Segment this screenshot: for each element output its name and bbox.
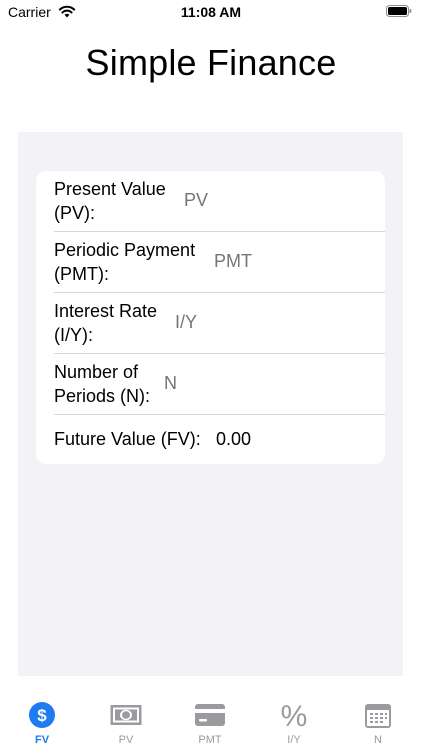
tab-pv[interactable]: PV xyxy=(94,692,158,750)
present-value-label: Present Value (PV): xyxy=(54,179,166,223)
clock: 11:08 AM xyxy=(180,4,242,20)
banknote-icon xyxy=(110,705,142,725)
input-form: Present Value (PV): Periodic Payment (PM… xyxy=(36,171,385,464)
credit-card-icon xyxy=(195,704,225,726)
tab-pmt[interactable]: PMT xyxy=(178,692,242,750)
tab-fv[interactable]: $ FV xyxy=(10,692,74,750)
dollar-circle-icon: $ xyxy=(29,702,55,728)
present-value-input[interactable] xyxy=(184,190,304,211)
present-value-row: Present Value (PV): xyxy=(36,171,385,232)
percent-icon: % xyxy=(281,700,308,730)
svg-text:$: $ xyxy=(37,706,47,725)
periodic-payment-input[interactable] xyxy=(214,251,334,272)
tab-bar: $ FV PV PMT % I/Y N xyxy=(0,692,422,750)
tab-pv-label: PV xyxy=(118,734,134,746)
status-bar: Carrier 11:08 AM xyxy=(0,0,422,26)
tab-n-label: N xyxy=(374,734,382,746)
future-value-row: Future Value (FV): 0.00 xyxy=(36,415,385,464)
periodic-payment-row: Periodic Payment (PMT): xyxy=(36,232,385,293)
future-value-result: 0.00 xyxy=(216,429,252,449)
tab-iy[interactable]: % I/Y xyxy=(262,692,326,750)
future-value-label: Future Value (FV): xyxy=(54,429,201,449)
periodic-payment-label: Periodic Payment (PMT): xyxy=(54,240,196,284)
calendar-icon xyxy=(365,704,391,728)
number-of-periods-label: Number of Periods (N): xyxy=(54,362,151,406)
interest-rate-input[interactable] xyxy=(175,312,295,333)
number-of-periods-input[interactable] xyxy=(164,373,284,394)
page-title: Simple Finance xyxy=(85,42,337,83)
number-of-periods-row: Number of Periods (N): xyxy=(36,354,385,415)
interest-rate-label: Interest Rate (I/Y): xyxy=(54,301,158,345)
tab-pmt-label: PMT xyxy=(198,734,222,746)
interest-rate-row: Interest Rate (I/Y): xyxy=(36,293,385,354)
tab-fv-label: FV xyxy=(34,734,50,746)
tab-n[interactable]: N xyxy=(346,692,410,750)
tab-iy-label: I/Y xyxy=(287,734,301,746)
content-area: Present Value (PV): Periodic Payment (PM… xyxy=(18,132,403,676)
svg-text:%: % xyxy=(281,700,308,730)
battery-icon xyxy=(386,5,412,17)
